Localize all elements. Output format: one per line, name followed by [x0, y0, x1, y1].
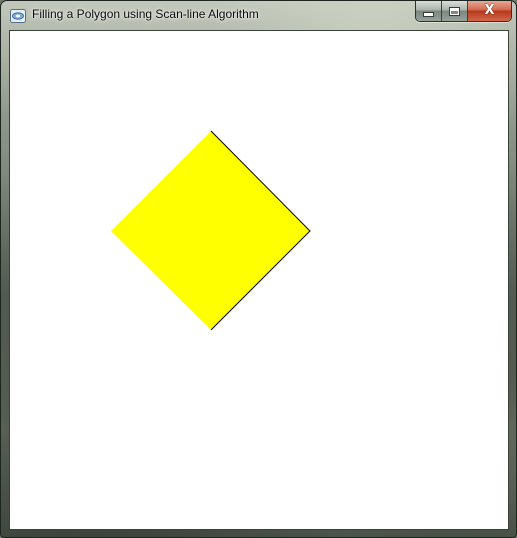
drawing-area[interactable] [9, 30, 509, 530]
close-icon: X [484, 3, 495, 18]
polygon-canvas [111, 130, 311, 331]
minimize-button[interactable] [416, 1, 442, 21]
maximize-icon [449, 6, 460, 16]
close-button[interactable]: X [468, 1, 511, 21]
app-window: Filling a Polygon using Scan-line Algori… [0, 0, 517, 538]
app-icon[interactable] [10, 9, 26, 23]
window-title: Filling a Polygon using Scan-line Algori… [32, 7, 259, 21]
window-controls: X [415, 1, 512, 22]
maximize-button[interactable] [442, 1, 468, 21]
minimize-icon [423, 11, 434, 17]
title-bar[interactable]: Filling a Polygon using Scan-line Algori… [1, 1, 516, 30]
filled-polygon [111, 131, 310, 330]
